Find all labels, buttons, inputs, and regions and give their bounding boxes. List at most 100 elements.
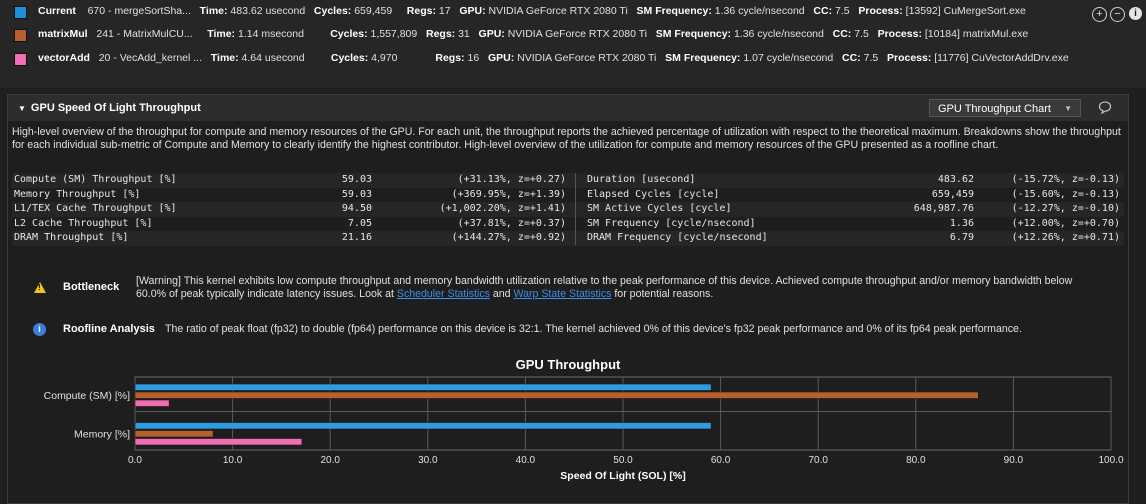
gpu-sol-section: ▼ GPU Speed Of Light Throughput GPU Throu… xyxy=(7,94,1129,504)
result-name: vectorAdd xyxy=(38,52,90,64)
x-tick-label: 50.0 xyxy=(613,455,633,466)
result-row-vectoradd[interactable]: vectorAdd 20 - VecAdd_kernel ... Time: 4… xyxy=(0,48,1146,70)
results-list: Current 670 - mergeSortSha... Time: 483.… xyxy=(0,0,1146,88)
result-summary: matrixMul 241 - MatrixMulCU... Time: 1.1… xyxy=(38,28,1028,40)
regs-value: 16 xyxy=(467,52,480,64)
time-label: Time: xyxy=(210,52,239,64)
metrics-row: L1/TEX Cache Throughput [%] 94.50 (+1,002.… xyxy=(12,202,1124,217)
chart-type-dropdown[interactable]: GPU Throughput Chart ▼ xyxy=(929,99,1081,117)
scheduler-statistics-link[interactable]: Scheduler Statistics xyxy=(397,288,490,300)
gpu-label: GPU: xyxy=(487,52,515,64)
metric-value: 659,459 xyxy=(931,188,974,200)
process-label: Process: xyxy=(877,28,922,40)
gpu-value: NVIDIA GeForce RTX 2080 Ti xyxy=(488,5,628,17)
cycles-label: Cycles: xyxy=(313,5,352,17)
process-label: Process: xyxy=(858,5,903,17)
x-tick-label: 90.0 xyxy=(1004,455,1024,466)
bar-matrixmul xyxy=(134,430,214,438)
metric-delta: (+31.13%, z=+0.27) xyxy=(457,174,566,185)
metric-value: 7.05 xyxy=(347,217,372,229)
metrics-row: Compute (SM) Throughput [%] 59.03 (+31.13%… xyxy=(12,173,1124,188)
x-tick-label: 20.0 xyxy=(320,455,340,466)
metric-name: SM Frequency [cycle/nsecond] xyxy=(587,217,756,229)
metric-name: DRAM Throughput [%] xyxy=(14,232,129,243)
x-tick-label: 10.0 xyxy=(223,455,243,466)
remove-baseline-icon[interactable]: − xyxy=(1110,7,1125,22)
chevron-down-icon: ▼ xyxy=(1064,104,1072,113)
metrics-row: Memory Throughput [%] 59.03 (+369.95%, z=+… xyxy=(12,187,1124,202)
section-title-label: GPU Speed Of Light Throughput xyxy=(30,102,201,114)
metric-name: L1/TEX Cache Throughput [%] xyxy=(14,203,177,214)
x-tick-label: 100.0 xyxy=(1098,455,1123,466)
metric-value: 483.62 xyxy=(937,174,974,185)
result-summary: Current 670 - mergeSortSha... Time: 483.… xyxy=(38,5,1026,17)
process-label: Process: xyxy=(886,52,932,64)
bar-current xyxy=(134,383,712,391)
add-baseline-icon[interactable]: + xyxy=(1092,7,1107,22)
warning-icon: ! xyxy=(34,282,46,293)
result-row-matrixmul[interactable]: matrixMul 241 - MatrixMulCU... Time: 1.1… xyxy=(0,24,1146,46)
metric-delta: (+37.81%, z=+0.37) xyxy=(457,217,566,229)
gpu-label: GPU: xyxy=(459,5,486,17)
time-value: 483.62 usecond xyxy=(230,5,306,17)
metric-name: DRAM Frequency [cycle/nsecond] xyxy=(587,232,768,243)
bottleneck-text: [Warning] This kernel exhibits low compu… xyxy=(136,275,1096,301)
cycles-label: Cycles: xyxy=(330,28,368,40)
bar-vectoradd xyxy=(134,399,170,407)
cycles-value: 1,557,809 xyxy=(370,28,418,40)
collapse-triangle-icon[interactable]: ▼ xyxy=(18,104,26,113)
metric-name: L2 Cache Throughput [%] xyxy=(14,217,153,229)
x-tick-label: 40.0 xyxy=(516,455,536,466)
sm-frequency-value: 1.36 cycle/nsecond xyxy=(733,28,824,40)
section-header[interactable]: ▼ GPU Speed Of Light Throughput GPU Throu… xyxy=(8,95,1128,121)
process-value: [10184] matrixMul.exe xyxy=(924,28,1029,40)
time-label: Time: xyxy=(199,5,228,17)
chart-type-selected: GPU Throughput Chart xyxy=(938,103,1051,115)
info-icon[interactable]: i xyxy=(1129,7,1142,20)
cc-label: CC: xyxy=(832,28,852,40)
bottleneck-label: Bottleneck xyxy=(63,281,120,293)
result-name: matrixMul xyxy=(38,28,88,40)
section-title[interactable]: ▼ GPU Speed Of Light Throughput xyxy=(18,102,201,114)
x-axis-label: Speed Of Light (SOL) [%] xyxy=(560,470,685,482)
metrics-divider xyxy=(575,173,576,245)
bottleneck-text-part: for potential reasons. xyxy=(611,288,714,300)
regs-value: 17 xyxy=(438,5,451,17)
metric-value: 648,987.76 xyxy=(913,203,974,214)
sm-frequency-label: SM Frequency: xyxy=(665,52,741,64)
result-kernel: 241 - MatrixMulCU... xyxy=(96,28,193,40)
x-tick-label: 0.0 xyxy=(128,455,142,466)
metric-value: 1.36 xyxy=(949,217,974,229)
info-circle-icon: i xyxy=(33,323,46,336)
regs-label: Regs: xyxy=(406,5,436,17)
x-tick-label: 80.0 xyxy=(906,455,926,466)
result-row-current[interactable]: Current 670 - mergeSortSha... Time: 483.… xyxy=(0,1,1146,23)
warp-state-statistics-link[interactable]: Warp State Statistics xyxy=(513,288,611,300)
cycles-label: Cycles: xyxy=(330,52,369,64)
metric-delta: (-15.72%, z=-0.13) xyxy=(1011,174,1120,185)
metric-delta: (+1,002.20%, z=+1.41) xyxy=(439,203,566,214)
gpu-value: NVIDIA GeForce RTX 2080 Ti xyxy=(507,28,647,40)
y-category-label: Memory [%] xyxy=(74,429,130,441)
metric-value: 94.50 xyxy=(341,203,372,214)
x-tick-label: 30.0 xyxy=(418,455,438,466)
metric-delta: (+144.27%, z=+0.92) xyxy=(451,232,566,243)
result-color-swatch xyxy=(14,6,27,19)
sm-frequency-value: 1.07 cycle/nsecond xyxy=(743,52,834,64)
roofline-text: The ratio of peak float (fp32) to double… xyxy=(165,323,1022,335)
result-name: Current xyxy=(38,5,76,17)
metric-value: 21.16 xyxy=(341,232,372,243)
result-summary: vectorAdd 20 - VecAdd_kernel ... Time: 4… xyxy=(38,52,1069,64)
x-tick-label: 60.0 xyxy=(711,455,731,466)
metric-name: Duration [usecond] xyxy=(587,174,696,185)
comment-bubble-icon[interactable] xyxy=(1098,100,1112,114)
metric-name: Memory Throughput [%] xyxy=(14,188,141,200)
metric-value: 6.79 xyxy=(949,232,974,243)
regs-value: 31 xyxy=(458,28,470,40)
bar-vectoradd xyxy=(134,438,303,446)
metric-name: Compute (SM) Throughput [%] xyxy=(14,174,177,185)
process-value: [11776] CuVectorAddDrv.exe xyxy=(934,52,1069,64)
gpu-label: GPU: xyxy=(478,28,505,40)
metric-name: Elapsed Cycles [cycle] xyxy=(587,188,720,200)
bar-current xyxy=(134,422,712,430)
